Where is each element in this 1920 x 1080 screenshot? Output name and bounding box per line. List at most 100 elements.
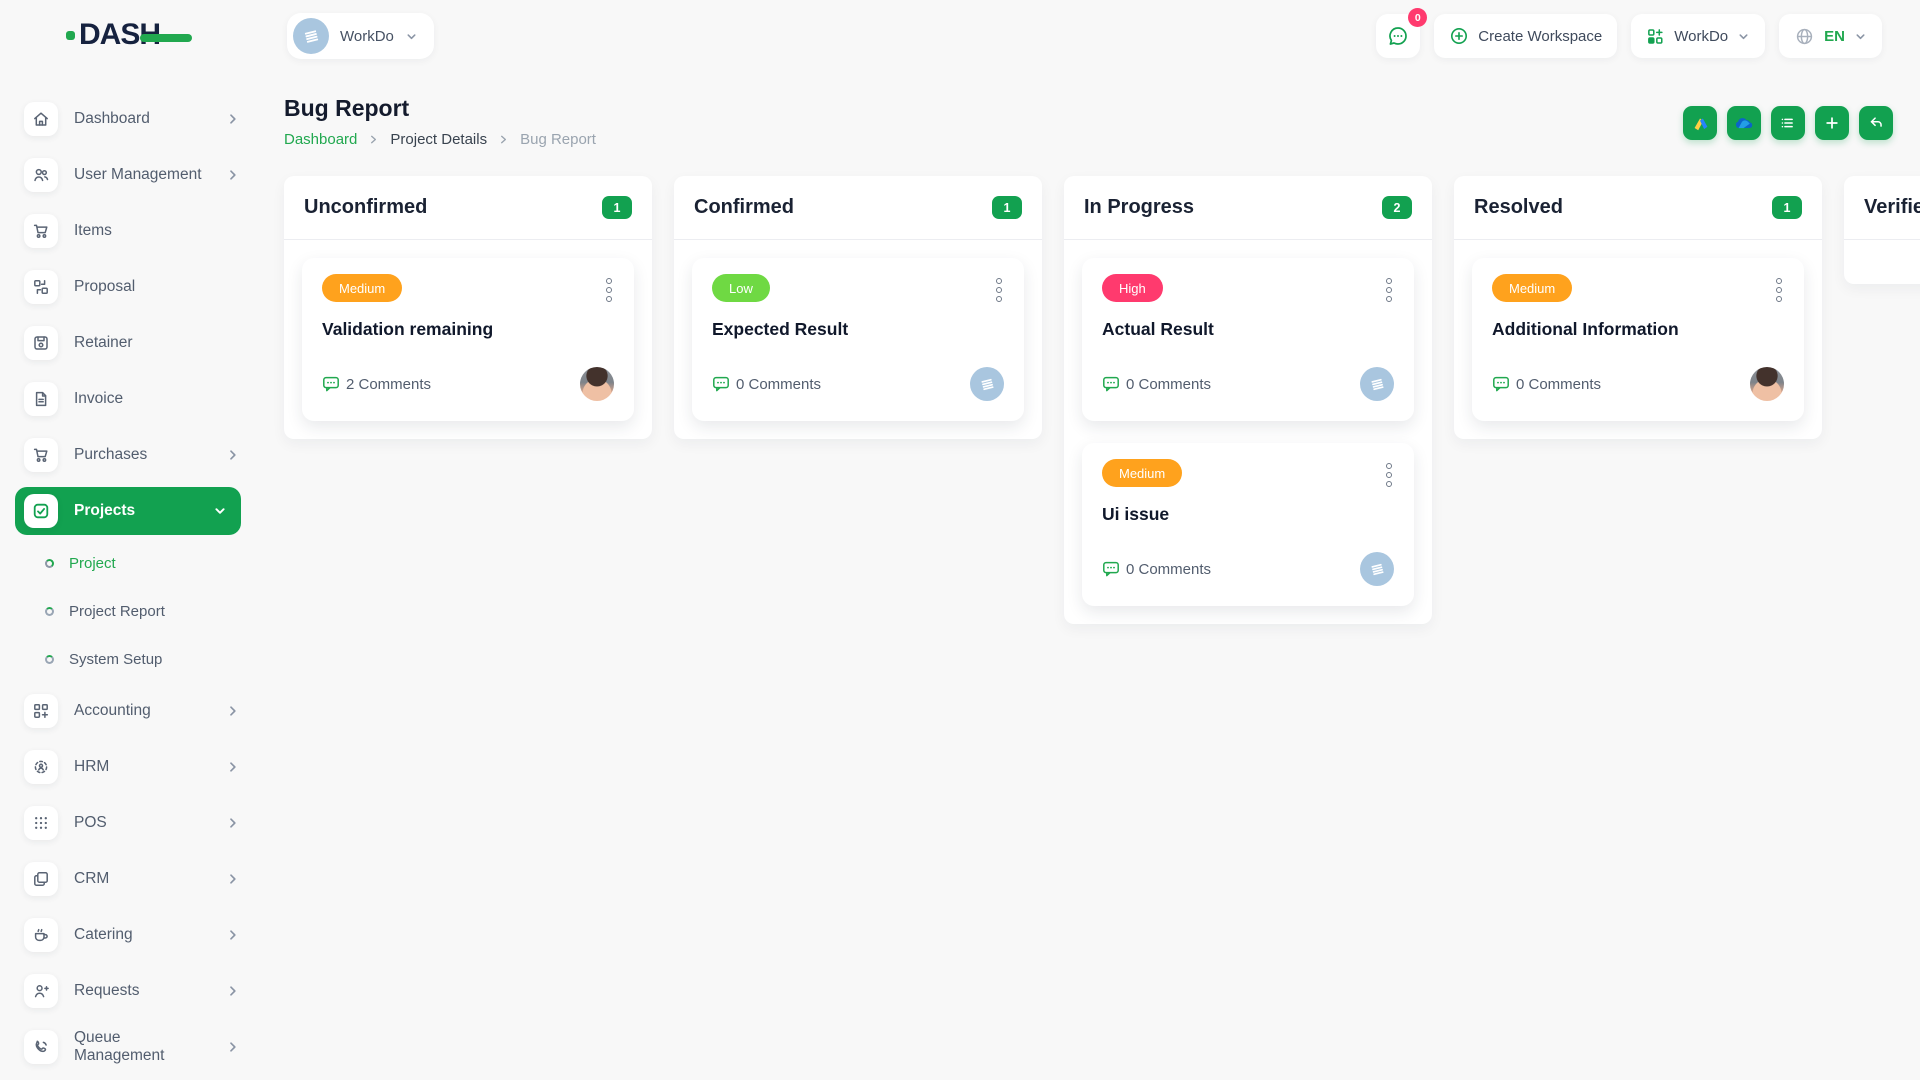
column-title: Resolved [1474,196,1563,219]
google-drive-icon [1691,114,1709,132]
sidebar-item-label: Proposal [74,278,135,296]
assignee-avatar [1750,367,1784,401]
column-title: Unconfirmed [304,196,427,219]
comment-icon [712,375,730,393]
sidebar-item-catering[interactable]: Catering [0,907,260,963]
sidebar-item-invoice[interactable]: Invoice [0,371,260,427]
workspace-switcher[interactable]: WorkDo [287,13,434,59]
grid-plus-icon [1646,27,1665,46]
column-count-badge: 1 [1772,196,1802,219]
kebab-menu-icon[interactable] [604,274,614,306]
back-arrow-button[interactable] [1859,106,1893,140]
sidebar-item-crm[interactable]: CRM [0,851,260,907]
chevron-down-icon [1737,30,1750,43]
card-top-row: Medium [1492,274,1784,306]
kanban-card[interactable]: Medium Ui issue 0 Comments [1082,443,1414,606]
sidebar-subitem-system-setup[interactable]: System Setup [0,635,260,683]
comment-icon [1492,375,1510,393]
chevron-right-icon [226,112,240,126]
sidebar-item-retainer[interactable]: Retainer [0,315,260,371]
floppy-icon [24,326,58,360]
sidebar-item-purchases[interactable]: Purchases [0,427,260,483]
create-workspace-button[interactable]: Create Workspace [1434,14,1617,58]
sidebar-item-user-management[interactable]: User Management [0,147,260,203]
kanban-card[interactable]: MediumAdditional Information0 Comments [1472,258,1804,421]
sidebar-item-label: Invoice [74,390,123,408]
dots-grid-icon [24,806,58,840]
column-count-badge: 1 [992,196,1022,219]
sidebar-item-requests[interactable]: Requests [0,963,260,1019]
breadcrumb-current: Bug Report [520,131,596,148]
comment-count: 0 Comments [1126,376,1211,393]
kanban-card[interactable]: MediumValidation remaining2 Comments [302,258,634,421]
page-title: Bug Report [284,95,409,122]
logo-dash-bar [140,34,192,42]
sidebar-subitem-project-report[interactable]: Project Report [0,587,260,635]
user-plus-icon [24,974,58,1008]
sidebar-item-label: User Management [74,166,202,184]
sidebar-item-items[interactable]: Items [0,203,260,259]
column-count-badge: 2 [1382,196,1412,219]
kebab-menu-icon[interactable] [1774,274,1784,306]
users-icon [24,158,58,192]
kanban-column-confirmed: Confirmed1 LowExpected Result0 Comments [674,176,1042,439]
workdo-menu-label: WorkDo [1674,28,1728,45]
kebab-menu-icon[interactable] [1384,274,1394,306]
sidebar-item-projects[interactable]: Projects [15,487,241,535]
comment-icon [322,375,340,393]
language-code: EN [1824,28,1845,45]
sidebar-item-queue-management[interactable]: Queue Management [0,1019,260,1075]
kanban-column-resolved: Resolved 1 MediumAdditional Information0 C… [1454,176,1822,439]
kebab-menu-icon[interactable] [1384,459,1394,491]
sidebar-item-label: HRM [74,758,109,776]
comment-count: 0 Comments [1126,561,1211,578]
sidebar-subitem-project[interactable]: Project [0,539,260,587]
grid-plus-icon [24,694,58,728]
sidebar-item-label: Requests [74,982,139,1000]
cart-icon [24,214,58,248]
comment-icon [1102,560,1120,578]
checkbox-icon [24,494,58,528]
comments: 0 Comments [712,375,821,393]
globe-icon [1794,26,1815,47]
workspace-switcher-label: WorkDo [340,28,394,45]
sidebar-item-pos[interactable]: POS [0,795,260,851]
kanban-column-body: LowExpected Result0 Comments [674,240,1042,439]
messages-button[interactable]: 0 [1376,14,1420,58]
breadcrumb-project-details-link[interactable]: Project Details [390,131,487,148]
kanban-card[interactable]: HighActual Result0 Comments [1082,258,1414,421]
assignee-avatar [580,367,614,401]
card-top-row: Medium [322,274,614,306]
sidebar-item-proposal[interactable]: Proposal [0,259,260,315]
kebab-menu-icon[interactable] [994,274,1004,306]
kanban-column-header: Confirmed1 [674,176,1042,240]
sidebar-item-dashboard[interactable]: Dashboard [0,91,260,147]
card-title: Ui issue [1102,504,1394,525]
google-drive-button[interactable] [1683,106,1717,140]
kanban-card[interactable]: LowExpected Result0 Comments [692,258,1024,421]
plus-button[interactable] [1815,106,1849,140]
sidebar-item-label: Purchases [74,446,147,464]
logo-dot [66,31,75,40]
workdo-menu-button[interactable]: WorkDo [1631,14,1765,58]
sidebar-item-label: CRM [74,870,109,888]
breadcrumb-dashboard-link[interactable]: Dashboard [284,131,357,148]
assignee-avatar [970,367,1004,401]
comments: 0 Comments [1102,375,1211,393]
sidebar-subitem-label: System Setup [69,651,162,668]
sidebar-item-hrm[interactable]: HRM [0,739,260,795]
circle-bullet-icon [45,559,54,568]
sidebar-item-accounting[interactable]: Accounting [0,683,260,739]
kanban-column-body: MediumValidation remaining2 Comments [284,240,652,439]
list-button[interactable] [1771,106,1805,140]
chevron-right-icon [226,704,240,718]
language-switcher[interactable]: EN [1779,14,1882,58]
sidebar-item-label: Projects [74,502,135,520]
card-top-row: Medium [1102,459,1394,491]
kanban-column-body: HighActual Result0 Comments Medium Ui issu… [1064,240,1432,624]
onedrive-icon [1734,116,1754,131]
sidebar-item-label: Retainer [74,334,133,352]
chevron-right-icon [226,760,240,774]
onedrive-button[interactable] [1727,106,1761,140]
sidebar-item-label: Items [74,222,112,240]
